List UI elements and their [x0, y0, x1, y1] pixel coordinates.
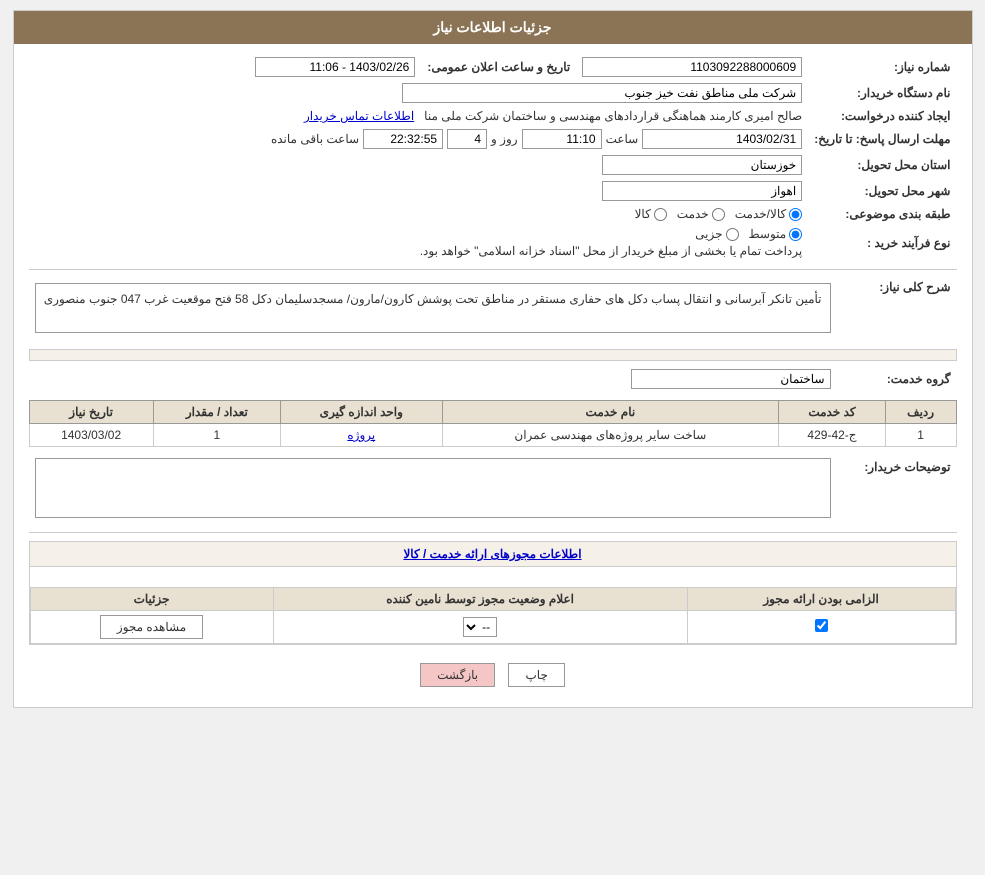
need-description-label: شرح کلی نیاز: — [837, 275, 957, 341]
buyer-dept-input[interactable] — [402, 83, 802, 103]
cell-name: ساخت سایر پروژه‌های مهندسی عمران — [442, 424, 779, 447]
cell-row: 1 — [885, 424, 956, 447]
buyer-description-textarea[interactable] — [35, 458, 831, 518]
category-radio-khedmat[interactable] — [712, 208, 725, 221]
submit-deadline-label: مهلت ارسال پاسخ: تا تاریخ: — [808, 126, 956, 152]
process-type-note: پرداخت تمام یا بخشی از مبلغ خریدار از مح… — [35, 244, 803, 258]
page-title: جزئیات اطلاعات نیاز — [14, 11, 972, 44]
perm-status-cell: -- — [273, 611, 687, 644]
view-permit-button[interactable]: مشاهده مجوز — [100, 615, 203, 639]
perm-col-required: الزامی بودن ارائه مجوز — [687, 588, 955, 611]
category-radio-kala[interactable] — [654, 208, 667, 221]
category-khedmat-label: خدمت — [677, 207, 709, 221]
process-type-radio-motawaset[interactable] — [789, 228, 802, 241]
col-name: نام خدمت — [442, 401, 779, 424]
col-code: کد خدمت — [779, 401, 886, 424]
services-info-header — [29, 349, 957, 361]
footer-buttons: بازگشت چاپ — [29, 653, 957, 697]
public-announce-label: تاریخ و ساعت اعلان عمومی: — [421, 54, 576, 80]
service-group-input[interactable] — [631, 369, 831, 389]
print-button[interactable]: چاپ — [508, 663, 564, 687]
requester-label: ایجاد کننده درخواست: — [808, 106, 956, 126]
days-label: روز و — [491, 132, 518, 146]
permissions-table: الزامی بودن ارائه مجوز اعلام وضعیت مجوز … — [30, 587, 956, 644]
perm-col-status: اعلام وضعیت مجوز توسط نامین کننده — [273, 588, 687, 611]
hours-label: ساعت — [606, 132, 639, 146]
col-unit: واحد اندازه گیری — [281, 401, 443, 424]
buyer-desc-label: توضیحات خریدار: — [837, 455, 957, 524]
need-number-input[interactable] — [582, 57, 802, 77]
deadline-time-input[interactable] — [522, 129, 602, 149]
process-type-jozi-label: جزیی — [695, 227, 722, 241]
permissions-section: اطلاعات مجوزهای ارائه خدمت / کالا الزامی… — [29, 541, 957, 645]
permissions-header-link[interactable]: اطلاعات مجوزهای ارائه خدمت / کالا — [403, 547, 581, 561]
announce-date-input[interactable] — [255, 57, 415, 77]
cell-code: ج-42-429 — [779, 424, 886, 447]
cell-date: 1403/03/02 — [29, 424, 153, 447]
category-kala-label: کالا — [635, 207, 651, 221]
perm-required-checkbox[interactable] — [815, 619, 828, 632]
need-number-label: شماره نیاز: — [808, 54, 956, 80]
perm-col-details: جزئیات — [30, 588, 273, 611]
delivery-province-label: استان محل تحویل: — [808, 152, 956, 178]
process-type-motawaset-label: متوسط — [749, 227, 787, 241]
delivery-province-input[interactable] — [602, 155, 802, 175]
perm-table-row: -- مشاهده مجوز — [30, 611, 955, 644]
col-date: تاریخ نیاز — [29, 401, 153, 424]
table-row: 1 ج-42-429 ساخت سایر پروژه‌های مهندسی عم… — [29, 424, 956, 447]
cell-unit[interactable]: پروژه — [281, 424, 443, 447]
category-radio-kala-khedmat[interactable] — [789, 208, 802, 221]
requester-link[interactable]: اطلاعات تماس خریدار — [304, 109, 414, 123]
deadline-hours-countdown[interactable] — [363, 129, 443, 149]
process-type-label: نوع فرآیند خرید : — [808, 224, 956, 261]
category-label: طبقه بندی موضوعی: — [808, 204, 956, 224]
delivery-city-input[interactable] — [602, 181, 802, 201]
category-kala-khedmat-label: کالا/خدمت — [735, 207, 786, 221]
process-type-radio-jozi[interactable] — [726, 228, 739, 241]
service-group-label: گروه خدمت: — [837, 366, 957, 392]
perm-details-cell: مشاهده مجوز — [30, 611, 273, 644]
perm-required-checkbox-cell — [687, 611, 955, 644]
deadline-days-input[interactable] — [447, 129, 487, 149]
perm-status-select[interactable]: -- — [463, 617, 497, 637]
col-qty: تعداد / مقدار — [153, 401, 280, 424]
col-row: ردیف — [885, 401, 956, 424]
delivery-city-label: شهر محل تحویل: — [808, 178, 956, 204]
buyer-dept-label: نام دستگاه خریدار: — [808, 80, 956, 106]
deadline-date-input[interactable] — [642, 129, 802, 149]
need-description-text: تأمین تانکر آبرسانی و انتقال پساب دکل ها… — [35, 283, 831, 333]
remaining-label: ساعت باقی مانده — [271, 132, 359, 146]
back-button[interactable]: بازگشت — [420, 663, 495, 687]
cell-qty: 1 — [153, 424, 280, 447]
services-table: ردیف کد خدمت نام خدمت واحد اندازه گیری ت… — [29, 400, 957, 447]
requester-name: صالح امیری کارمند هماهنگی قراردادهای مهن… — [424, 109, 802, 123]
